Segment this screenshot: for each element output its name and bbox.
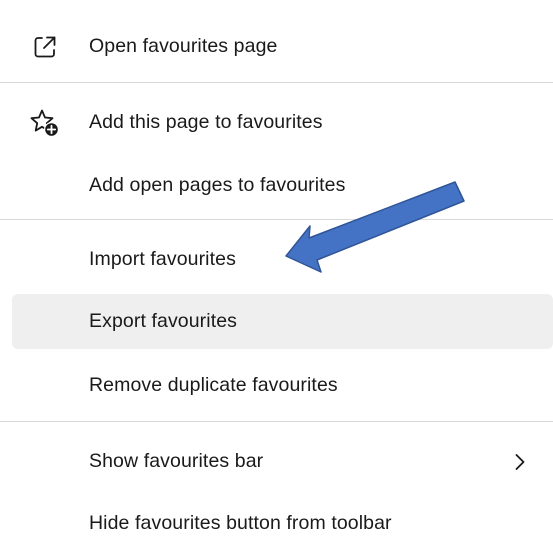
menu-item-label: Show favourites bar [89,450,264,472]
menu-item-label: Add open pages to favourites [89,174,346,196]
favourites-menu: Open favourites page Add this page to fa… [0,0,553,538]
menu-divider [0,219,553,220]
menu-item-hide-favourites-button[interactable]: Hide favourites button from toolbar [12,496,553,538]
menu-item-show-favourites-bar[interactable]: Show favourites bar [12,434,553,489]
menu-item-import-favourites[interactable]: Import favourites [12,232,553,287]
menu-item-label: Hide favourites button from toolbar [89,512,392,534]
menu-item-add-open-pages[interactable]: Add open pages to favourites [12,158,553,213]
menu-item-open-favourites-page[interactable]: Open favourites page [12,19,553,74]
menu-item-export-favourites[interactable]: Export favourites [12,294,553,349]
menu-item-label: Open favourites page [89,35,278,57]
chevron-right-icon [513,451,527,473]
star-add-icon [28,106,62,140]
menu-item-label: Import favourites [89,248,236,270]
menu-divider [0,421,553,422]
menu-item-label: Remove duplicate favourites [89,374,338,396]
menu-item-label: Export favourites [89,310,238,332]
open-external-icon [28,30,62,64]
menu-item-label: Add this page to favourites [89,111,323,133]
menu-item-remove-duplicate-favourites[interactable]: Remove duplicate favourites [12,358,553,413]
menu-item-add-this-page[interactable]: Add this page to favourites [12,95,553,150]
menu-divider [0,82,553,83]
